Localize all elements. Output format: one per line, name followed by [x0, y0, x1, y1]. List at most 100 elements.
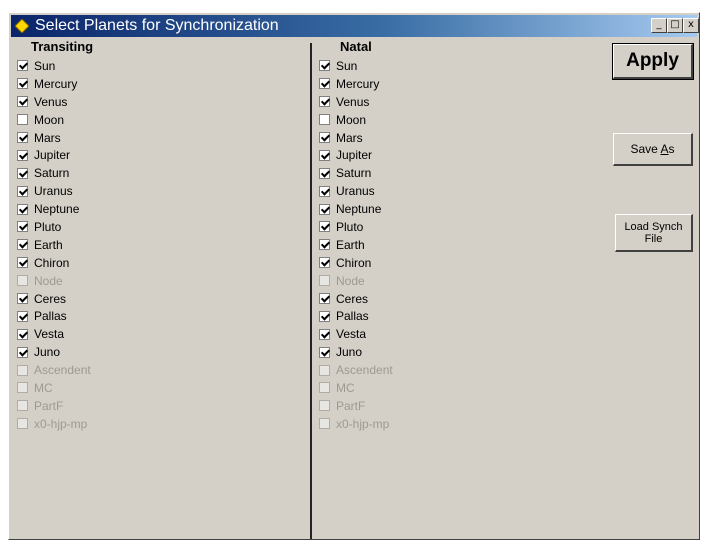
checkbox[interactable] — [319, 221, 330, 233]
checkbox[interactable] — [17, 132, 28, 143]
apply-button[interactable]: Apply — [612, 43, 694, 80]
checkbox-label: Pallas — [34, 309, 67, 324]
checkbox[interactable] — [319, 328, 330, 340]
transiting-item[interactable]: Venus — [17, 93, 91, 111]
natal-item: MC — [319, 379, 393, 397]
transiting-item[interactable]: Juno — [17, 343, 91, 361]
checkbox-label: Mars — [34, 130, 61, 145]
column-divider — [310, 43, 312, 539]
checkbox — [319, 418, 330, 430]
checkbox[interactable] — [319, 96, 330, 108]
checkbox[interactable] — [17, 293, 28, 305]
checkbox[interactable] — [319, 239, 330, 251]
checkbox[interactable] — [319, 167, 330, 179]
checkbox-label: Neptune — [336, 202, 382, 217]
checkbox[interactable] — [17, 203, 28, 215]
transiting-list: Sun Mercury Venus Moon Mars Jupiter Saturn Uran… — [17, 57, 91, 433]
checkbox — [319, 364, 330, 376]
checkbox-label: Earth — [336, 237, 365, 252]
checkbox[interactable] — [17, 78, 28, 90]
checkbox — [17, 400, 28, 412]
checkbox[interactable] — [319, 149, 330, 161]
checkbox[interactable] — [319, 114, 330, 126]
natal-item[interactable]: Earth — [319, 236, 393, 254]
checkbox-label: Earth — [34, 237, 63, 252]
checkbox-label: PartF — [34, 398, 64, 413]
natal-item[interactable]: Uranus — [319, 182, 393, 200]
title-bar[interactable]: Select Planets for Synchronization _ □ x — [11, 15, 699, 37]
minimize-button[interactable]: _ — [651, 18, 667, 33]
checkbox-label: Vesta — [336, 327, 367, 342]
checkbox-label: Saturn — [34, 166, 70, 181]
close-button[interactable]: x — [683, 18, 699, 33]
natal-item[interactable]: Juno — [319, 343, 393, 361]
checkbox[interactable] — [319, 60, 330, 72]
checkbox-label: Juno — [34, 345, 61, 360]
natal-item[interactable]: Neptune — [319, 200, 393, 218]
checkbox[interactable] — [17, 96, 28, 108]
transiting-item[interactable]: Sun — [17, 57, 91, 75]
transiting-item[interactable]: Ceres — [17, 290, 91, 308]
natal-item[interactable]: Chiron — [319, 254, 393, 272]
transiting-item[interactable]: Jupiter — [17, 146, 91, 164]
checkbox-label: Moon — [336, 112, 367, 127]
transiting-item[interactable]: Vesta — [17, 325, 91, 343]
natal-item[interactable]: Mercury — [319, 75, 393, 93]
checkbox-label: Pluto — [34, 219, 62, 234]
checkbox-label: Mercury — [34, 76, 78, 91]
natal-header: Natal — [340, 39, 372, 54]
checkbox[interactable] — [319, 310, 330, 322]
transiting-item[interactable]: Chiron — [17, 254, 91, 272]
transiting-item[interactable]: Saturn — [17, 164, 91, 182]
natal-item[interactable]: Saturn — [319, 164, 393, 182]
transiting-item[interactable]: Earth — [17, 236, 91, 254]
natal-item[interactable]: Pallas — [319, 307, 393, 325]
checkbox[interactable] — [17, 221, 28, 233]
sync-dialog: Select Planets for Synchronization _ □ x… — [8, 12, 700, 540]
checkbox[interactable] — [17, 149, 28, 161]
transiting-item: MC — [17, 379, 91, 397]
natal-item[interactable]: Venus — [319, 93, 393, 111]
checkbox[interactable] — [17, 167, 28, 179]
checkbox[interactable] — [319, 257, 330, 269]
checkbox[interactable] — [17, 310, 28, 322]
checkbox[interactable] — [319, 293, 330, 305]
checkbox-label: Chiron — [336, 255, 372, 270]
checkbox-label: Jupiter — [34, 148, 71, 163]
window-title: Select Planets for Synchronization — [35, 17, 279, 34]
transiting-item[interactable]: Mars — [17, 129, 91, 147]
checkbox-label: Mars — [336, 130, 363, 145]
checkbox[interactable] — [17, 346, 28, 358]
transiting-item[interactable]: Mercury — [17, 75, 91, 93]
transiting-item[interactable]: Pluto — [17, 218, 91, 236]
transiting-item[interactable]: Moon — [17, 111, 91, 129]
transiting-item: Node — [17, 272, 91, 290]
checkbox[interactable] — [319, 203, 330, 215]
transiting-item[interactable]: Neptune — [17, 200, 91, 218]
checkbox[interactable] — [319, 185, 330, 197]
checkbox[interactable] — [17, 328, 28, 340]
checkbox[interactable] — [17, 114, 28, 126]
natal-item[interactable]: Mars — [319, 129, 393, 147]
checkbox[interactable] — [17, 60, 28, 72]
transiting-item[interactable]: Uranus — [17, 182, 91, 200]
load-synch-file-button[interactable]: Load Synch File — [615, 214, 693, 252]
transiting-item[interactable]: Pallas — [17, 307, 91, 325]
natal-item[interactable]: Jupiter — [319, 146, 393, 164]
transiting-item: Ascendent — [17, 361, 91, 379]
save-as-button[interactable]: Save As — [613, 133, 693, 166]
natal-item[interactable]: Vesta — [319, 325, 393, 343]
checkbox[interactable] — [319, 346, 330, 358]
checkbox[interactable] — [319, 78, 330, 90]
checkbox-label: x0-hjp-mp — [336, 416, 390, 431]
checkbox[interactable] — [17, 239, 28, 251]
checkbox[interactable] — [17, 185, 28, 197]
natal-item[interactable]: Sun — [319, 57, 393, 75]
checkbox[interactable] — [319, 132, 330, 143]
natal-item[interactable]: Moon — [319, 111, 393, 129]
natal-item[interactable]: Ceres — [319, 290, 393, 308]
maximize-button[interactable]: □ — [667, 18, 683, 33]
checkbox-label: Chiron — [34, 255, 70, 270]
checkbox[interactable] — [17, 257, 28, 269]
natal-item[interactable]: Pluto — [319, 218, 393, 236]
